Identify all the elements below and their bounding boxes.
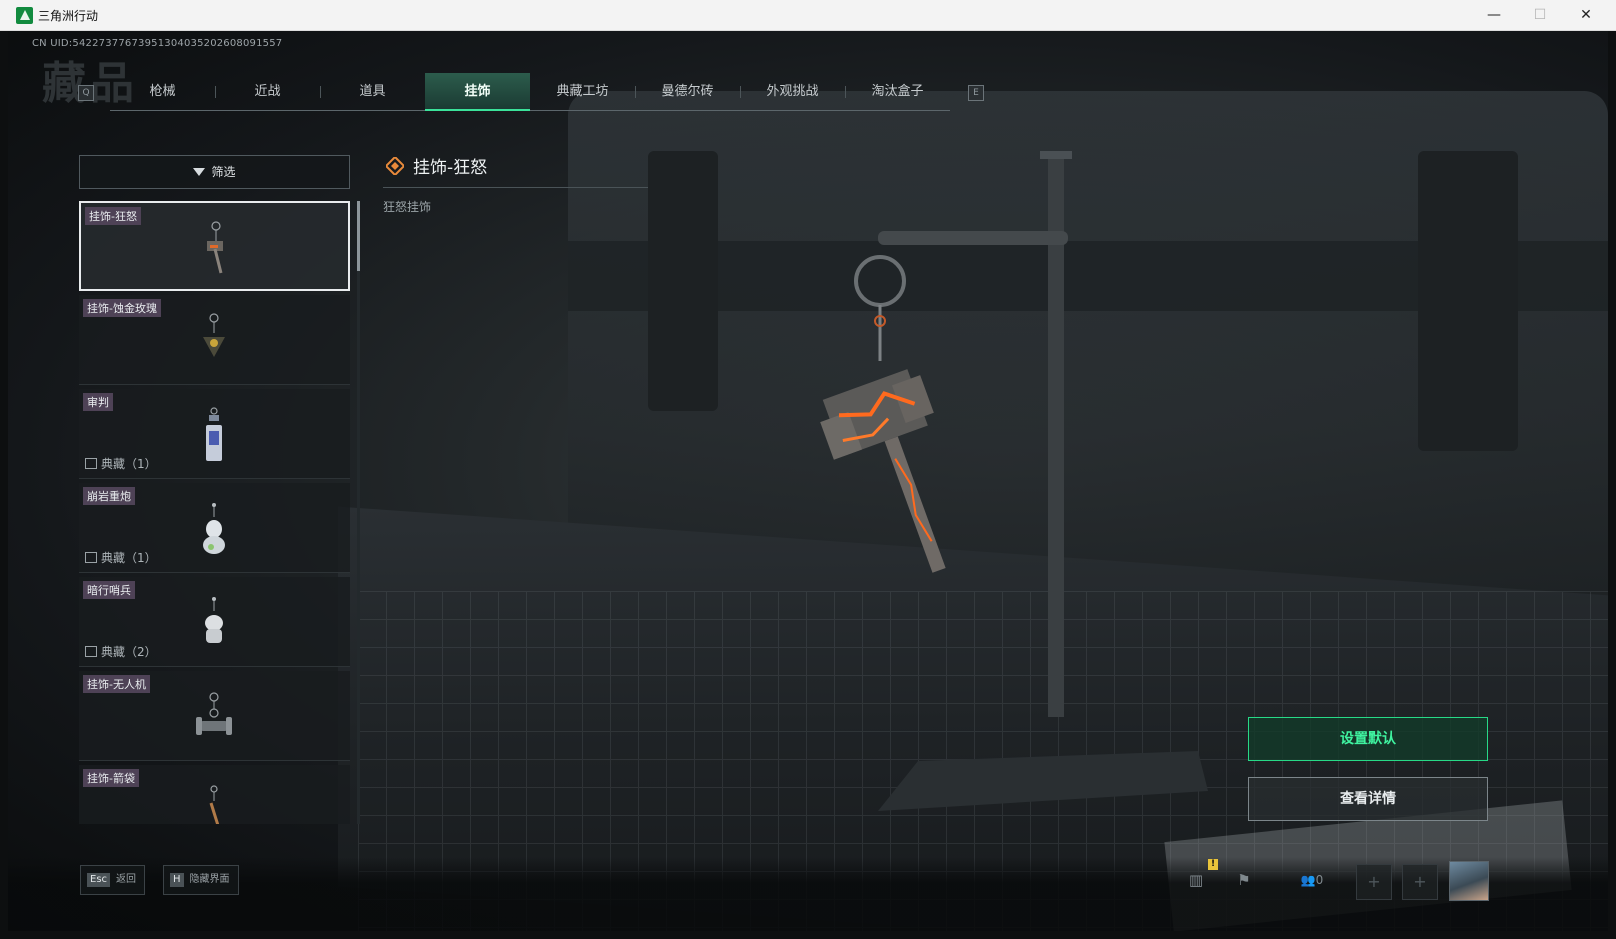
tab-collection-workshop[interactable]: 典藏工坊 (530, 73, 635, 111)
list-scrollbar-thumb[interactable] (357, 201, 360, 271)
collection-icon (85, 552, 97, 563)
list-item[interactable]: 崩岩重炮 典藏（1） (79, 483, 350, 573)
list-item-name: 暗行哨兵 (83, 581, 135, 599)
charm-showcase-model (820, 151, 1208, 811)
list-item-name: 审判 (83, 393, 113, 411)
list-item[interactable]: 挂饰-箭袋 (79, 765, 350, 824)
filter-button[interactable]: 筛选 (79, 155, 350, 189)
esc-key: Esc (87, 873, 111, 887)
tab-next-key[interactable]: E (968, 85, 984, 101)
back-label: 返回 (116, 874, 137, 885)
friends-button[interactable]: 👥0 (1294, 869, 1330, 891)
player-avatar[interactable] (1449, 861, 1489, 901)
minimize-button[interactable]: — (1471, 0, 1517, 31)
charm-list: 挂饰-狂怒 挂饰-蚀金玫瑰 审判 典藏（1） 崩岩重炮 典藏（1） 暗行哨兵 典… (79, 201, 350, 824)
user-uid: CN UID:542273776739513040352026080915​57 (32, 38, 283, 49)
tab-charms[interactable]: 挂饰 (425, 73, 530, 111)
maximize-button[interactable]: ☐ (1517, 0, 1563, 31)
charm-judgment-thumbnail (206, 407, 222, 461)
add-slot-button[interactable]: + (1402, 864, 1438, 900)
charm-quiver-thumbnail (209, 785, 220, 824)
charm-drone-thumbnail (196, 692, 232, 735)
list-item-sub-text: 典藏（1） (101, 551, 157, 565)
filter-label: 筛选 (211, 165, 236, 179)
list-item[interactable]: 挂饰-狂怒 (79, 201, 350, 291)
friends-count: 0 (1315, 873, 1324, 887)
collection-icon (85, 646, 97, 657)
tab-firearms[interactable]: 枪械 (110, 73, 215, 111)
back-hint-button[interactable]: Esc 返回 (80, 865, 146, 895)
item-title: 挂饰-狂怒 (413, 158, 488, 178)
stats-icon[interactable]: ▥ (1184, 869, 1208, 891)
hide-ui-label: 隐藏界面 (189, 874, 230, 885)
hide-ui-hint-button[interactable]: H 隐藏界面 (163, 865, 239, 895)
close-button[interactable]: ✕ (1563, 0, 1609, 31)
list-item-name: 挂饰-狂怒 (85, 207, 141, 225)
notice-badge: ! (1208, 859, 1218, 870)
flag-icon[interactable]: ⚑ (1232, 869, 1256, 891)
game-viewport: 藏品 CN UID:542273776739513040352026080915… (8, 31, 1608, 931)
friends-icon: 👥 (1300, 873, 1316, 887)
list-scrollbar[interactable] (357, 201, 360, 824)
list-item-sub: 典藏（1） (85, 549, 157, 566)
charm-rock-cannon-thumbnail (203, 503, 225, 554)
charm-rage-thumbnail (207, 221, 223, 274)
diamond-icon (386, 157, 404, 175)
list-item[interactable]: 挂饰-无人机 (79, 671, 350, 761)
item-description: 狂怒挂饰 (383, 200, 432, 214)
app-logo-icon (16, 7, 33, 24)
tab-prev-key[interactable]: Q (78, 85, 94, 101)
list-item[interactable]: 审判 典藏（1） (79, 389, 350, 479)
tab-mandel-brick[interactable]: 曼德尔砖 (635, 73, 740, 111)
title-divider (383, 187, 648, 188)
list-item-sub-text: 典藏（1） (101, 457, 157, 471)
tab-elimination-box[interactable]: 淘汰盒子 (845, 73, 950, 111)
tab-items[interactable]: 道具 (320, 73, 425, 111)
h-key: H (170, 873, 184, 887)
list-item-name: 挂饰-箭袋 (83, 769, 139, 787)
tab-appearance-challenge[interactable]: 外观挑战 (740, 73, 845, 111)
view-details-button[interactable]: 查看详情 (1248, 777, 1488, 821)
list-item[interactable]: 暗行哨兵 典藏（2） (79, 577, 350, 667)
list-item[interactable]: 挂饰-蚀金玫瑰 (79, 295, 350, 385)
background-latch (648, 151, 718, 411)
filter-icon (193, 167, 206, 176)
collection-icon (85, 458, 97, 469)
charm-shadow-sentinel-thumbnail (205, 597, 223, 643)
list-item-sub: 典藏（1） (85, 455, 157, 472)
list-item-name: 挂饰-无人机 (83, 675, 150, 693)
list-item-sub: 典藏（2） (85, 643, 157, 660)
list-item-sub-text: 典藏（2） (101, 645, 157, 659)
background-latch (1418, 151, 1518, 451)
set-default-button[interactable]: 设置默认 (1248, 717, 1488, 761)
window-title: 三角洲行动 (38, 9, 99, 23)
charm-gold-rose-thumbnail (203, 313, 225, 357)
game-window: 三角洲行动 — ☐ ✕ 藏品 CN UID:542273776739513040… (0, 0, 1616, 939)
list-item-name: 挂饰-蚀金玫瑰 (83, 299, 161, 317)
tab-melee[interactable]: 近战 (215, 73, 320, 111)
list-item-name: 崩岩重炮 (83, 487, 135, 505)
window-titlebar: 三角洲行动 — ☐ ✕ (0, 0, 1616, 31)
add-slot-button[interactable]: + (1356, 864, 1392, 900)
